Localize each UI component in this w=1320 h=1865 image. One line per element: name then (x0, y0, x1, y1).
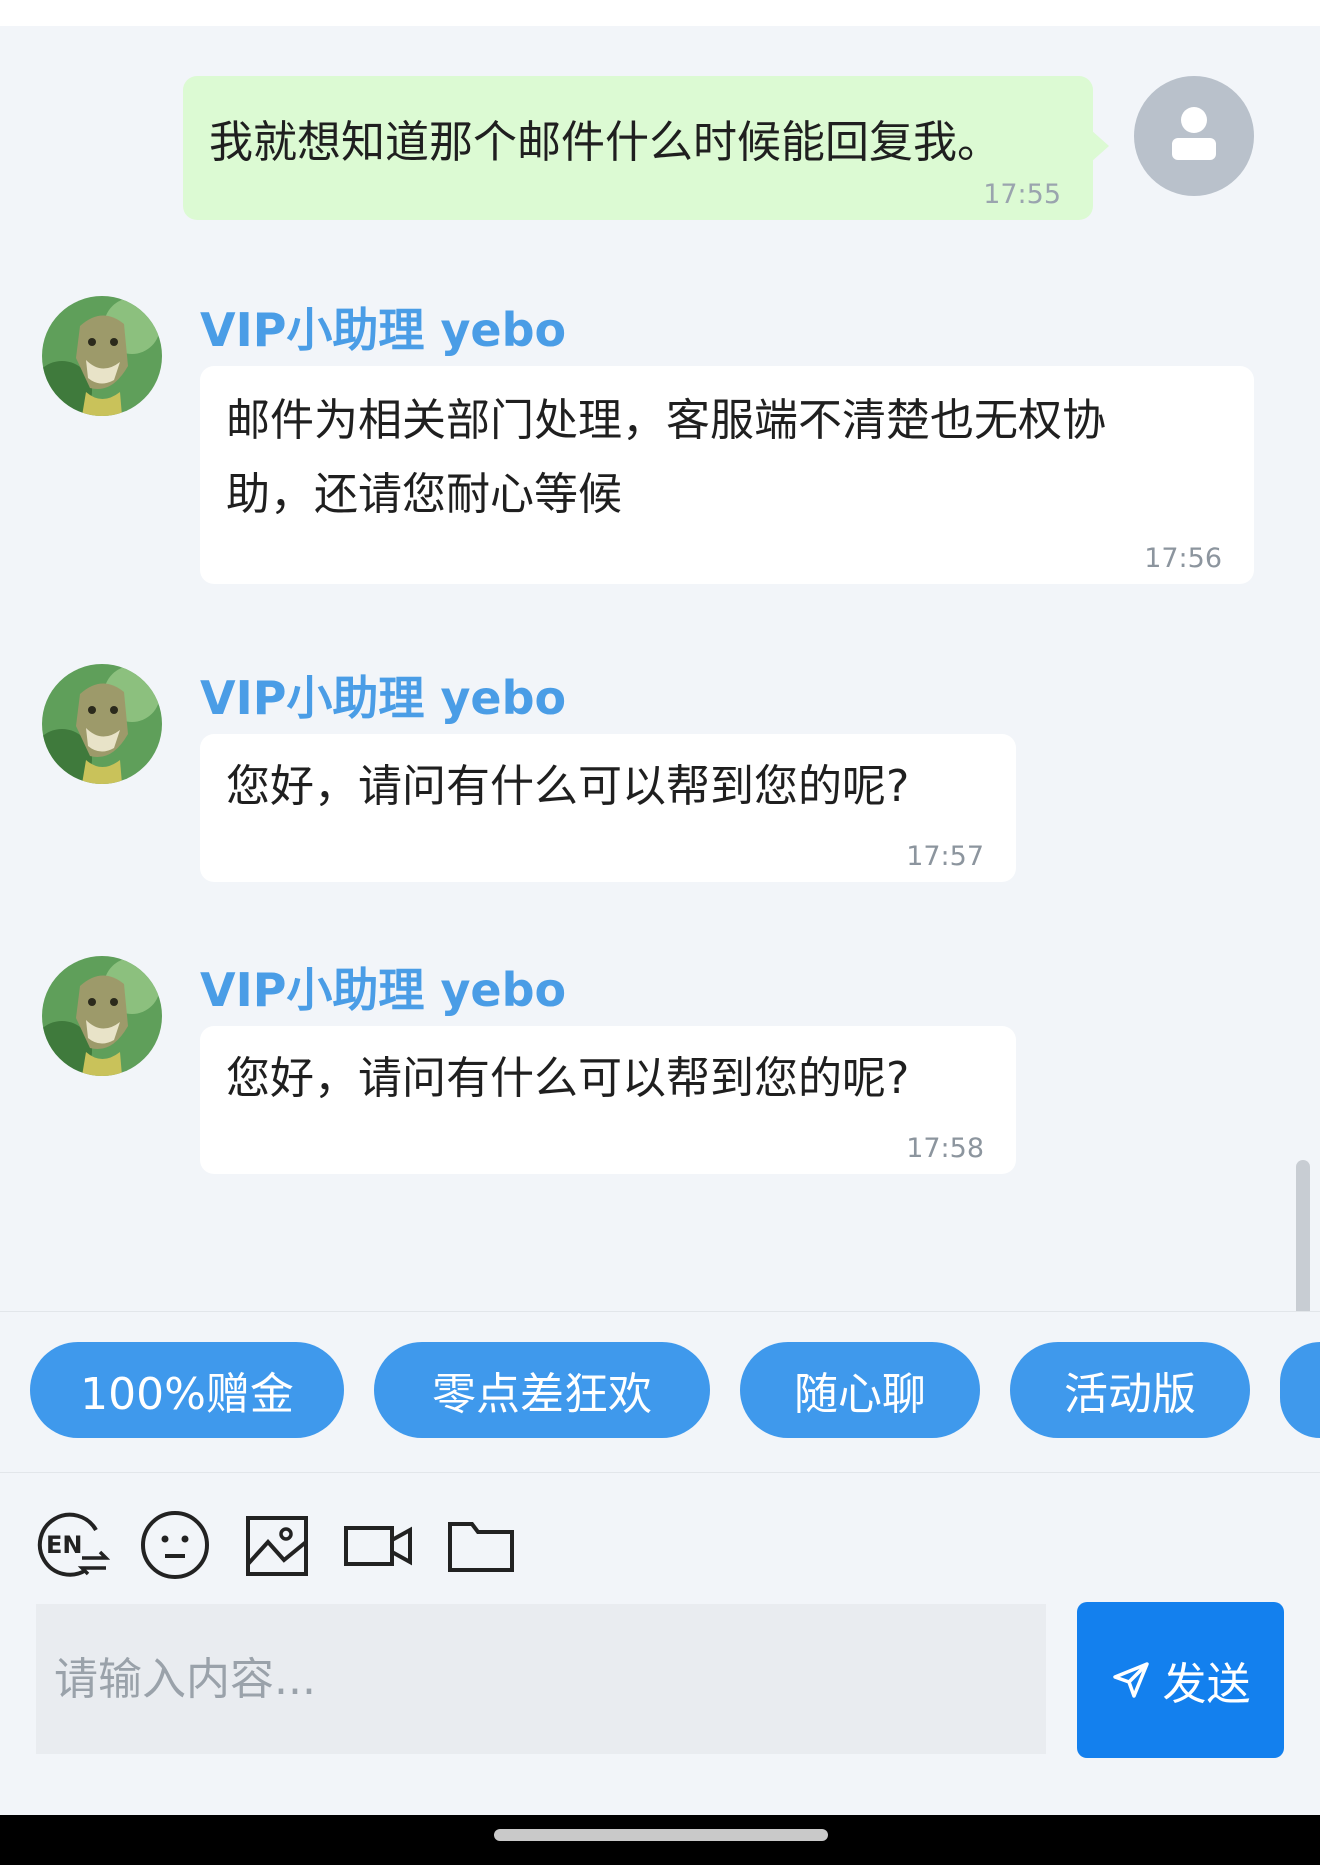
agent-name: VIP小助理 yebo (200, 963, 567, 1017)
folder-icon[interactable] (444, 1508, 518, 1582)
quick-reply-chip[interactable]: 随心聊 (740, 1342, 980, 1438)
image-icon[interactable] (240, 1508, 314, 1582)
send-label: 发送 (1162, 1659, 1251, 1710)
paper-plane-icon (1112, 1662, 1149, 1698)
message-timestamp: 17:58 (906, 1133, 984, 1164)
agent-message-bubble: 您好，请问有什么可以帮到您的呢? 17:58 (200, 1026, 1016, 1174)
emoji-icon[interactable] (138, 1508, 212, 1582)
chat-history[interactable]: 我就想知道那个邮件什么时候能回复我。 17:55 VIP小助理 yebo 邮件为 (0, 26, 1320, 1336)
send-button[interactable]: 发送 (1077, 1602, 1284, 1758)
bubble-tail (1091, 130, 1109, 162)
quick-reply-chip[interactable]: 活动版 (1010, 1342, 1250, 1438)
user-message-text: 我就想知道那个邮件什么时候能回复我。 (209, 117, 1001, 168)
composer-toolbar: EN (0, 1472, 1320, 1592)
translate-en-icon[interactable]: EN (36, 1508, 110, 1582)
quick-reply-chip-partial[interactable] (1280, 1342, 1320, 1438)
quick-reply-chip[interactable]: 100%赠金 (30, 1342, 344, 1438)
home-indicator[interactable] (494, 1829, 828, 1841)
user-message-bubble: 我就想知道那个邮件什么时候能回复我。 17:55 (183, 76, 1109, 220)
top-status-area (0, 0, 1320, 26)
person-icon (1172, 107, 1216, 160)
message-timestamp: 17:56 (1144, 543, 1222, 574)
scrollbar[interactable] (1296, 1160, 1310, 1336)
message-timestamp: 17:55 (983, 179, 1061, 210)
quick-reply-chip[interactable]: 零点差狂欢 (374, 1342, 710, 1438)
message-line: 邮件为相关部门处理，客服端不清楚也无权协 (226, 395, 1106, 446)
agent-avatar[interactable] (42, 956, 162, 1076)
video-icon[interactable] (342, 1508, 416, 1582)
message-line: 您好，请问有什么可以帮到您的呢? (226, 1053, 910, 1104)
quick-reply-bar: 100%赠金 零点差狂欢 随心聊 活动版 (0, 1311, 1320, 1473)
message-timestamp: 17:57 (906, 841, 984, 872)
system-nav-bar (0, 1815, 1320, 1865)
agent-avatar[interactable] (42, 296, 162, 416)
message-line: 您好，请问有什么可以帮到您的呢? (226, 761, 910, 812)
message-line: 助，还请您耐心等候 (226, 469, 622, 520)
agent-avatar[interactable] (42, 664, 162, 784)
agent-name: VIP小助理 yebo (200, 303, 567, 357)
translate-en-label: EN (46, 1531, 82, 1559)
agent-message-bubble: 邮件为相关部门处理，客服端不清楚也无权协 助，还请您耐心等候 17:56 (200, 366, 1254, 584)
agent-message-bubble: 您好，请问有什么可以帮到您的呢? 17:57 (200, 734, 1016, 882)
agent-name: VIP小助理 yebo (200, 671, 567, 725)
user-avatar[interactable] (1134, 76, 1254, 196)
message-input[interactable] (36, 1604, 1046, 1754)
